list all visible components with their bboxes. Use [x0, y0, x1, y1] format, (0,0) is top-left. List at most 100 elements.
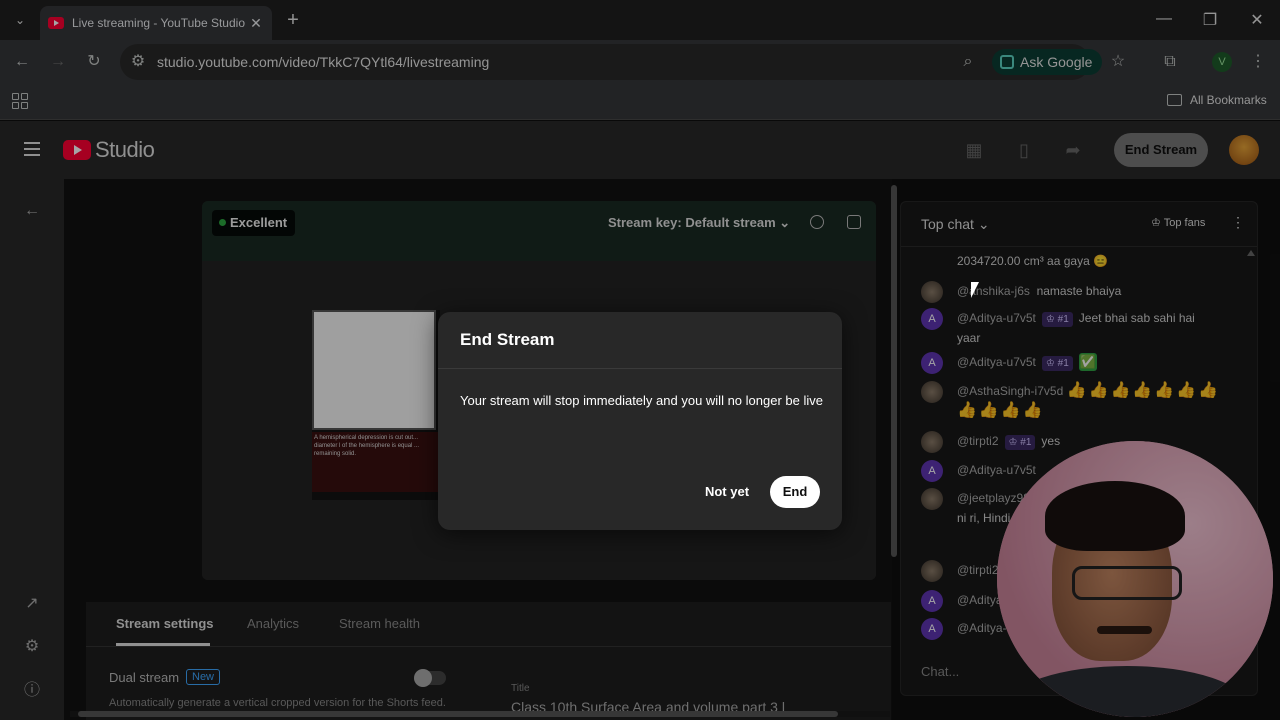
dual-stream-toggle[interactable] — [414, 669, 446, 687]
dual-stream-label: Dual stream — [109, 670, 180, 685]
chat-message: @anshika-j6s namaste bhaiya — [921, 281, 1221, 303]
url-text[interactable]: studio.youtube.com/video/TkkC7QYtl64/liv… — [157, 54, 489, 70]
bookmark-star-icon[interactable]: ☆ — [1108, 52, 1128, 72]
browser-menu-icon[interactable]: ⋮ — [1248, 52, 1268, 72]
crown-icon: ♔ — [1151, 217, 1161, 229]
clapper-icon[interactable]: ▦ — [963, 139, 985, 161]
tab-divider — [86, 646, 891, 647]
all-bookmarks-link[interactable]: All Bookmarks — [1190, 93, 1267, 107]
avatar[interactable] — [921, 381, 943, 403]
not-yet-button[interactable]: Not yet — [694, 476, 760, 508]
avatar[interactable] — [921, 281, 943, 303]
browser-tab[interactable]: Live streaming - YouTube Studio ✕ — [40, 6, 272, 40]
avatar[interactable]: A — [921, 590, 943, 612]
new-badge: New — [186, 669, 221, 685]
extensions-icon[interactable]: ⧉ — [1160, 52, 1180, 72]
chevron-down-icon: ⌄ — [779, 215, 791, 230]
forward-icon[interactable]: → — [48, 52, 68, 72]
preview-whiteboard — [312, 310, 436, 430]
chat-scroll-up-icon[interactable] — [1247, 250, 1255, 256]
avatar[interactable] — [921, 488, 943, 510]
chat-author[interactable]: @tirpti2 — [957, 434, 999, 448]
avatar[interactable]: A — [921, 352, 943, 374]
browser-tab-strip: ⌄ Live streaming - YouTube Studio ✕ + — … — [0, 0, 1280, 40]
minimize-icon[interactable]: — — [1154, 10, 1174, 28]
end-stream-button[interactable]: End Stream — [1114, 133, 1208, 167]
end-button[interactable]: End — [770, 476, 820, 508]
folder-icon — [1167, 94, 1182, 106]
dual-stream-description: Automatically generate a vertical croppe… — [109, 697, 446, 709]
chat-more-icon[interactable]: ⋮ — [1231, 214, 1245, 231]
bookmark-icon[interactable]: ▯ — [1013, 139, 1035, 161]
ask-google-button[interactable]: Ask Google — [992, 49, 1102, 75]
chat-author[interactable]: @tirpti2 — [957, 563, 999, 577]
tab-stream-health[interactable]: Stream health — [339, 616, 420, 631]
youtube-favicon-icon — [48, 17, 64, 29]
left-nav: ← ↗ ⚙ ⓘ — [0, 179, 64, 720]
refresh-icon[interactable] — [810, 215, 824, 229]
back-icon[interactable]: ← — [12, 52, 32, 72]
chat-author[interactable]: @anshika-j6s — [957, 284, 1030, 298]
reload-icon[interactable]: ↻ — [84, 52, 104, 72]
webcam-overlay — [997, 441, 1273, 717]
open-external-icon[interactable]: ↗ — [22, 594, 42, 614]
stream-settings-panel: Stream settings Analytics Stream health … — [86, 602, 891, 720]
active-tab-indicator — [116, 643, 210, 646]
avatar[interactable]: A — [921, 460, 943, 482]
avatar[interactable] — [921, 560, 943, 582]
share-icon[interactable]: ➦ — [1062, 139, 1084, 161]
close-tab-icon[interactable]: ✕ — [248, 15, 264, 32]
top-fan-badge: ♔ #1 — [1041, 312, 1073, 327]
chat-input[interactable]: Chat... — [921, 664, 959, 679]
chat-message: A @Aditya-u7v5t ♔ #1 ✅ — [921, 352, 1221, 374]
site-info-icon[interactable]: ⚙ — [128, 52, 148, 72]
browser-toolbar: ← → ↻ ⚙ studio.youtube.com/video/TkkC7QY… — [0, 40, 1280, 84]
apps-grid-icon[interactable] — [12, 93, 28, 109]
youtube-logo-icon[interactable] — [63, 140, 91, 160]
dialog-divider — [438, 368, 842, 369]
back-arrow-icon[interactable]: ← — [22, 201, 42, 221]
tab-stream-settings[interactable]: Stream settings — [116, 616, 214, 631]
popout-icon[interactable] — [847, 215, 861, 229]
dialog-message: Your stream will stop immediately and yo… — [460, 393, 823, 408]
studio-header: Studio ▦ ▯ ➦ End Stream — [0, 121, 1280, 179]
tab-title: Live streaming - YouTube Studio — [72, 16, 245, 30]
new-tab-icon[interactable]: + — [283, 9, 303, 31]
bookmarks-bar: All Bookmarks — [0, 84, 1280, 120]
studio-logo-text[interactable]: Studio — [95, 137, 155, 163]
lens-icon — [1000, 55, 1014, 69]
chat-author[interactable]: @Aditya-u7v5t — [957, 311, 1036, 325]
horizontal-scrollbar[interactable] — [70, 711, 890, 717]
avatar[interactable] — [921, 431, 943, 453]
tab-analytics[interactable]: Analytics — [247, 616, 299, 631]
top-chat-dropdown[interactable]: Top chat ⌄ — [921, 216, 990, 233]
avatar[interactable]: A — [921, 308, 943, 330]
stream-key-dropdown[interactable]: Stream key: Default stream ⌄ — [608, 215, 790, 231]
chat-message: A @Aditya-u7v5t ♔ #1 Jeet bhai sab sahi ha… — [921, 308, 1221, 348]
settings-gear-icon[interactable]: ⚙ — [22, 637, 42, 657]
mouse-cursor-icon — [971, 282, 979, 298]
dialog-title: End Stream — [460, 330, 555, 349]
hamburger-menu-icon[interactable] — [24, 142, 40, 156]
glasses — [1072, 566, 1182, 600]
chat-author[interactable]: @Aditya-u7v5t — [957, 355, 1036, 369]
channel-avatar[interactable] — [1229, 135, 1259, 165]
avatar[interactable]: A — [921, 618, 943, 640]
address-bar[interactable]: ⚙ studio.youtube.com/video/TkkC7QYtl64/l… — [120, 44, 1125, 80]
feedback-icon[interactable]: ⓘ — [22, 681, 42, 701]
chat-message: @AsthaSingh-i7v5d 👍👍👍👍👍👍👍👍👍👍👍 — [921, 381, 1221, 421]
close-window-icon[interactable]: ✕ — [1247, 10, 1267, 30]
tab-search-chevron-icon[interactable]: ⌄ — [8, 8, 32, 32]
stream-quality-badge: Excellent — [212, 210, 296, 236]
profile-avatar[interactable]: V — [1212, 52, 1232, 72]
preview-question-text: A hemispherical depression is cut out...… — [312, 432, 442, 492]
chat-divider — [901, 246, 1257, 247]
chat-author[interactable]: @AsthaSingh-i7v5d — [957, 384, 1063, 398]
zoom-search-icon[interactable]: ⌕ — [958, 52, 978, 72]
restore-icon[interactable]: ❐ — [1200, 10, 1220, 30]
chevron-down-icon: ⌄ — [977, 216, 990, 232]
top-fans-button[interactable]: ♔ Top fans — [1151, 216, 1205, 229]
check-emoji: ✅ — [1078, 353, 1097, 371]
preview-browser-chrome — [202, 201, 876, 261]
vertical-scrollbar[interactable] — [891, 185, 897, 557]
